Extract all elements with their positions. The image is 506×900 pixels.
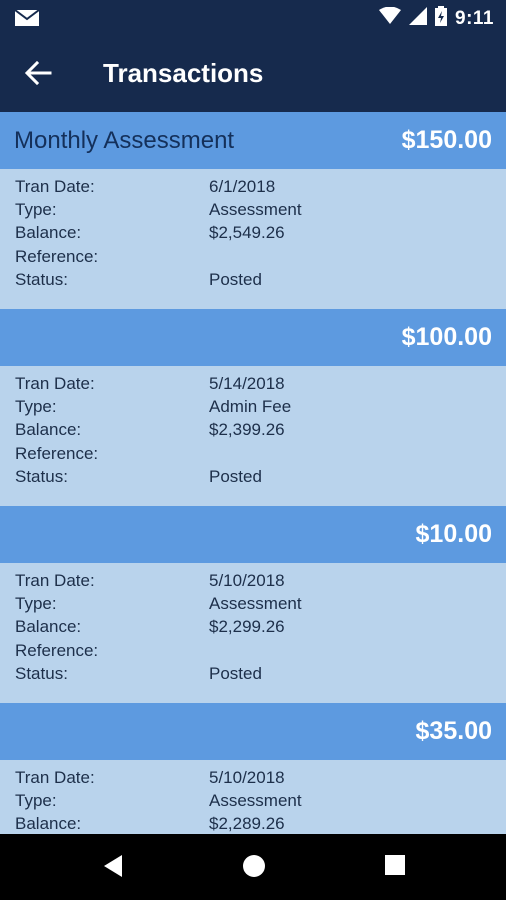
transaction-header: $10.00 xyxy=(0,506,506,563)
transaction-description: Monthly Assessment xyxy=(14,127,235,154)
transaction-header: $35.00 xyxy=(0,703,506,760)
battery-icon xyxy=(435,6,448,31)
type-label: Type: xyxy=(15,594,57,614)
type-value: Assessment xyxy=(209,791,302,811)
tran-date-value: 5/14/2018 xyxy=(209,374,285,393)
system-nav-bar xyxy=(0,834,506,900)
balance-label: Balance: xyxy=(15,420,82,440)
status-time: 9:11 xyxy=(455,7,494,29)
balance-label: Balance: xyxy=(15,617,82,637)
mail-icon xyxy=(14,9,40,32)
status-value: Posted xyxy=(209,466,262,486)
tran-date-value: 6/1/2018 xyxy=(209,177,276,196)
status-label: Status: xyxy=(15,269,68,289)
transaction-card[interactable]: $10.00 Tran Date: 5/10/2018 Type: Assessme… xyxy=(0,506,506,703)
transaction-details: Tran Date: 5/10/2018 Type: Assessment Bala… xyxy=(0,760,506,834)
transaction-header: $100.00 xyxy=(0,309,506,366)
tran-date-value: 5/10/2018 xyxy=(209,571,285,590)
balance-value: $2,289.26 xyxy=(209,814,285,834)
recents-square-icon[interactable] xyxy=(384,854,406,881)
balance-value: $2,299.26 xyxy=(209,617,285,637)
transaction-amount: $100.00 xyxy=(401,323,492,351)
type-value: Assessment xyxy=(209,200,302,220)
reference-label: Reference: xyxy=(15,640,99,660)
status-label: Status: xyxy=(15,663,68,683)
balance-label: Balance: xyxy=(15,814,82,834)
page-title: Transactions xyxy=(103,58,264,88)
transaction-card[interactable]: $100.00 Tran Date: 5/14/2018 Type: Admin F… xyxy=(0,309,506,506)
balance-value: $2,549.26 xyxy=(209,223,285,243)
signal-icon xyxy=(409,7,428,30)
balance-value: $2,399.26 xyxy=(209,420,285,440)
transaction-card[interactable]: Monthly Assessment $150.00 Tran Date: 6/1… xyxy=(0,112,506,309)
tran-date-label: Tran Date: xyxy=(15,768,95,787)
transaction-details: Tran Date: 5/10/2018 Type: Assessment Bala… xyxy=(0,563,506,703)
balance-label: Balance: xyxy=(15,223,82,243)
app-bar: Transactions xyxy=(0,36,506,112)
tran-date-label: Tran Date: xyxy=(15,571,95,590)
type-label: Type: xyxy=(15,791,57,811)
transaction-details: Tran Date: 6/1/2018 Type: Assessment Balan… xyxy=(0,169,506,309)
type-label: Type: xyxy=(15,397,57,417)
reference-label: Reference: xyxy=(15,246,99,266)
transaction-amount: $10.00 xyxy=(415,520,492,548)
status-bar: 9:11 xyxy=(0,0,506,36)
home-circle-icon[interactable] xyxy=(242,854,266,883)
transaction-details: Tran Date: 5/14/2018 Type: Admin Fee Balan… xyxy=(0,366,506,506)
transaction-amount: $35.00 xyxy=(415,717,492,745)
arrow-back-icon[interactable] xyxy=(24,60,52,91)
back-triangle-icon[interactable] xyxy=(102,854,124,883)
tran-date-value: 5/10/2018 xyxy=(209,768,285,787)
wifi-icon xyxy=(379,6,402,30)
transaction-card[interactable]: $35.00 Tran Date: 5/10/2018 Type: Assessme… xyxy=(0,703,506,834)
status-label: Status: xyxy=(15,466,68,486)
transaction-list[interactable]: Monthly Assessment $150.00 Tran Date: 6/1… xyxy=(0,112,506,834)
transaction-header: Monthly Assessment $150.00 xyxy=(0,112,506,169)
status-value: Posted xyxy=(209,663,262,683)
reference-label: Reference: xyxy=(15,443,99,463)
transaction-amount: $150.00 xyxy=(401,126,492,154)
type-value: Assessment xyxy=(209,594,302,614)
type-value: Admin Fee xyxy=(209,397,292,417)
type-label: Type: xyxy=(15,200,57,220)
tran-date-label: Tran Date: xyxy=(15,177,95,196)
tran-date-label: Tran Date: xyxy=(15,374,95,393)
status-value: Posted xyxy=(209,269,262,289)
